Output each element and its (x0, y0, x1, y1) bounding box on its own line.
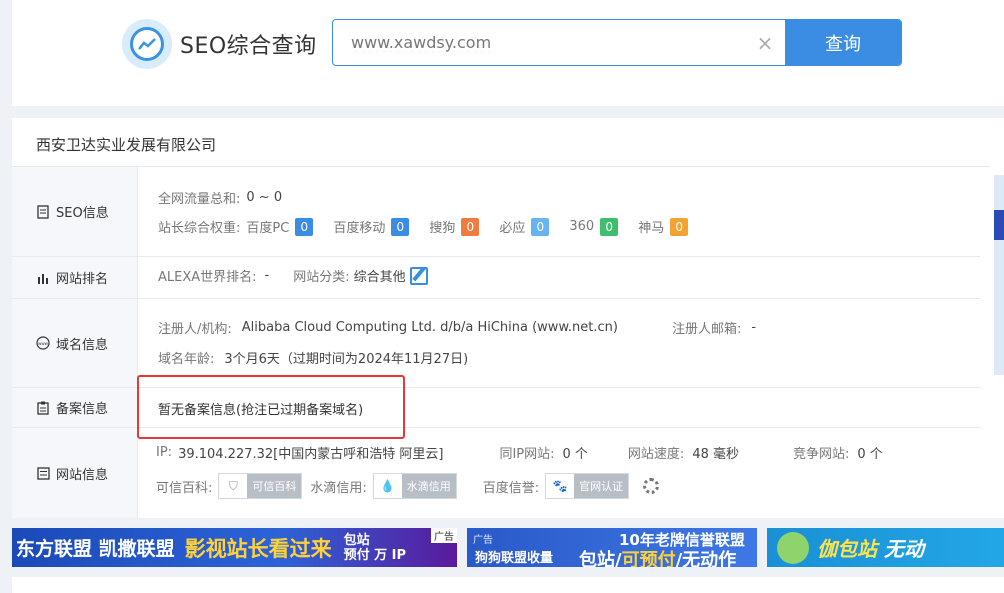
magnifier-chart-icon (122, 19, 172, 69)
ad-tag: 广告 (431, 528, 457, 543)
ad2-right2-b: 可预付 (621, 550, 676, 567)
weight-badge[interactable]: 0 (295, 217, 314, 236)
svg-text:www: www (38, 341, 49, 346)
site-rank-row: 网站排名 ALEXA世界排名: - 网站分类: 综合其他 (12, 257, 980, 299)
registrar-value: Alibaba Cloud Computing Ltd. d/b/a HiChi… (241, 320, 618, 335)
ad3-text-a: 伽包站 (817, 537, 877, 561)
alexa-value: - (264, 268, 270, 283)
ad-banner-1[interactable]: 东方联盟 凯撒联盟 影视站长看过来 包站 预付 万 IP 广告 (12, 528, 457, 567)
weight-badge[interactable]: 0 (600, 217, 619, 236)
weight-baidu-mobile[interactable]: 百度移动 (333, 217, 385, 236)
clipboard-icon (36, 401, 50, 415)
weight-360[interactable]: 360 (569, 219, 594, 234)
weight-badge[interactable]: 0 (461, 217, 480, 236)
drop-badge[interactable]: 💧 水滴信用 (372, 473, 457, 499)
search-input[interactable] (333, 20, 745, 65)
clear-icon[interactable]: × (745, 20, 785, 65)
loading-spinner-icon (643, 478, 660, 494)
email-value: - (751, 320, 757, 335)
edit-icon[interactable] (409, 266, 428, 285)
baidu-trust-label: 百度信誉: (482, 480, 540, 496)
category-label: 网站分类: (293, 270, 350, 285)
document-icon (36, 204, 50, 219)
baidu-trust-badge[interactable]: 🐾 官网认证 (545, 473, 630, 499)
ad1-stack1: 包站 (343, 532, 370, 548)
icp-info-label: 备案信息 (12, 388, 138, 427)
compete-label: 竞争网站: (793, 447, 850, 462)
ip-value[interactable]: 39.104.227.32[中国内蒙古呼和浩特 阿里云] (178, 443, 443, 462)
same-ip-label: 同IP网站: (499, 447, 555, 462)
logo-text: SEO综合查询 (180, 34, 317, 59)
highlight-box (137, 375, 405, 439)
traffic-value: 0 ~ 0 (246, 190, 283, 205)
weight-list: 站长综合权重: 百度PC 0 百度移动 0 搜狗 0 必应 0 360 0 神马… (158, 217, 689, 236)
speed-value: 48 毫秒 (692, 447, 739, 462)
www-icon: www (36, 336, 50, 350)
search-button[interactable]: 查询 (785, 20, 901, 65)
list-icon (36, 466, 50, 480)
trust-label: 可信百科: (156, 480, 213, 496)
search-box: × 查询 (332, 19, 902, 66)
side-ad[interactable] (994, 175, 1004, 375)
same-ip-value[interactable]: 0 个 (563, 443, 588, 462)
ad-banner-3[interactable]: 伽包站 无动 (767, 528, 1004, 567)
email-label: 注册人邮箱: (671, 322, 742, 337)
ad3-text-b: 无动 (877, 537, 924, 561)
next-section (12, 577, 1004, 593)
ad1-text1: 东方联盟 凯撒联盟 (16, 538, 175, 560)
weight-label: 站长综合权重: (158, 221, 241, 236)
info-panel: 西安卫达实业发展有限公司 SEO信息 全网流量总和: 0 ~ 0 站长综合权重:… (12, 118, 1004, 518)
drop-label: 水滴信用: (310, 480, 367, 496)
ip-label: IP: (156, 445, 173, 460)
registrar-label: 注册人/机构: (158, 322, 232, 337)
ad1-stack2: 预付 万 IP (343, 547, 407, 563)
seo-info-label: SEO信息 (12, 167, 138, 256)
weight-baidu-pc[interactable]: 百度PC (246, 217, 289, 236)
ad-tag: 广告 (473, 535, 493, 546)
header-bar: SEO综合查询 × 查询 (12, 0, 1004, 106)
domain-info-label: www 域名信息 (12, 299, 138, 387)
bar-chart-icon (36, 271, 50, 285)
site-rank-label: 网站排名 (12, 257, 138, 298)
water-drop-icon: 💧 (373, 474, 402, 498)
paw-icon: 🐾 (546, 474, 575, 498)
ad-logo-icon (777, 532, 809, 564)
company-name: 西安卫达实业发展有限公司 (36, 136, 217, 154)
alexa-label: ALEXA世界排名: (158, 270, 257, 285)
ad2-right2-a: 包站/ (579, 550, 622, 567)
weight-badge[interactable]: 0 (531, 217, 550, 236)
shield-icon: ⛉ (219, 474, 248, 498)
domain-age-value: 3个月6天（过期时间为2024年11月27日) (224, 352, 469, 367)
compete-value[interactable]: 0 个 (857, 443, 882, 462)
ad2-right2-c: /无动作 (675, 550, 737, 567)
speed-label: 网站速度: (627, 447, 685, 462)
trust-badge[interactable]: ⛉ 可信百科 (218, 473, 303, 499)
ad2-left: 狗狗联盟收量 (475, 551, 554, 566)
weight-badge[interactable]: 0 (670, 217, 689, 236)
site-info-label: 网站信息 (12, 428, 138, 518)
site-logo[interactable]: SEO综合查询 (122, 19, 317, 69)
traffic-label: 全网流量总和: (158, 192, 241, 207)
ad-banner-2[interactable]: 广告 狗狗联盟收量 10年老牌信誉联盟 包站/可预付/无动作 (467, 528, 757, 567)
seo-info-row: SEO信息 全网流量总和: 0 ~ 0 站长综合权重: 百度PC 0 百度移动 … (12, 167, 980, 257)
weight-shenma[interactable]: 神马 (638, 217, 664, 236)
ad1-text2: 影视站长看过来 (184, 536, 332, 561)
domain-age-label: 域名年龄: (158, 352, 215, 367)
category-value: 综合其他 (353, 270, 406, 285)
weight-bing[interactable]: 必应 (499, 217, 525, 236)
site-info-row: 网站信息 IP: 39.104.227.32[中国内蒙古呼和浩特 阿里云] 同I… (12, 428, 980, 518)
weight-sogou[interactable]: 搜狗 (429, 217, 455, 236)
weight-badge[interactable]: 0 (391, 217, 410, 236)
